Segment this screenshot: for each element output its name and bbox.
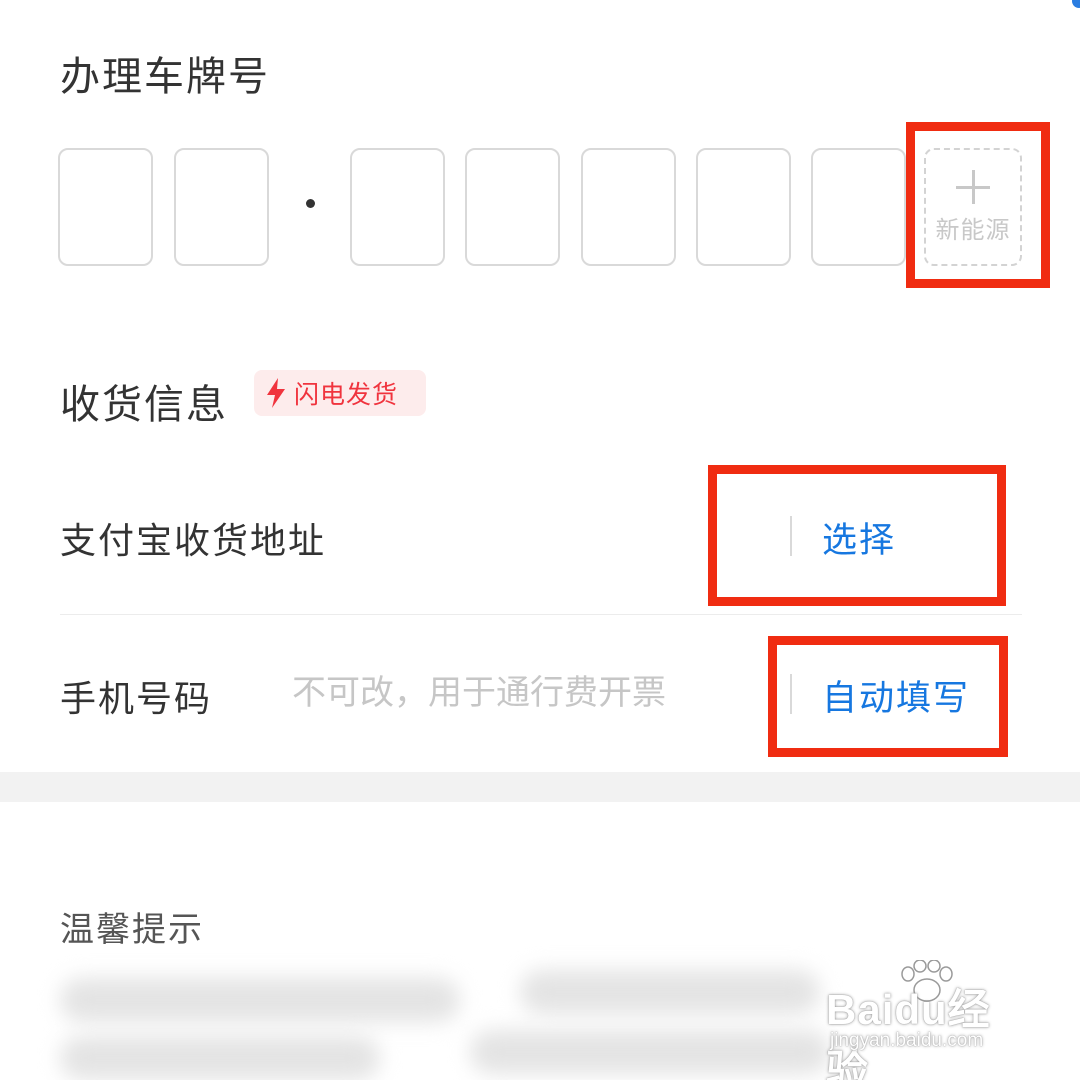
plate-char-box-letter[interactable] <box>174 148 269 266</box>
watermark-url: jingyan.baidu.com <box>830 1030 984 1051</box>
baidu-jingyan-watermark: Baidu经验 jingyan.baidu.com <box>826 960 1026 1080</box>
watermark-brand: Baidu经验 <box>826 986 991 1080</box>
blurred-tip-text <box>60 978 460 1022</box>
plate-separator-dot <box>306 199 315 208</box>
phone-number-input[interactable] <box>292 668 704 718</box>
tips-title: 温馨提示 <box>60 910 204 950</box>
annotation-highlight-auto-fill <box>768 636 1008 757</box>
shipping-section-title: 收货信息 <box>60 382 228 428</box>
annotation-highlight-select <box>708 465 1006 606</box>
blurred-tip-text <box>60 1036 380 1080</box>
plate-char-box-province[interactable] <box>58 148 153 266</box>
annotation-highlight-new-energy <box>906 122 1050 288</box>
section-spacer <box>0 772 1080 802</box>
row-separator <box>60 614 1022 615</box>
plate-char-box-7[interactable] <box>811 148 906 266</box>
plate-char-box-3[interactable] <box>350 148 445 266</box>
blurred-tip-text <box>470 1030 830 1074</box>
corner-accent <box>1072 0 1080 8</box>
alipay-address-label: 支付宝收货地址 <box>60 521 327 562</box>
phone-number-label: 手机号码 <box>60 679 213 720</box>
plate-char-box-6[interactable] <box>696 148 791 266</box>
lightning-icon <box>267 378 285 408</box>
badge-label: 闪电发货 <box>294 380 399 409</box>
page: 办理车牌号 新能源 收货信息 闪电发货 支付宝收货地址 选择 手机号码 自动填写… <box>0 0 1080 1080</box>
plate-section-title: 办理车牌号 <box>60 54 270 100</box>
lightning-delivery-badge: 闪电发货 <box>254 370 426 416</box>
blurred-tip-text <box>520 970 820 1014</box>
plate-char-box-4[interactable] <box>465 148 560 266</box>
plate-char-box-5[interactable] <box>581 148 676 266</box>
